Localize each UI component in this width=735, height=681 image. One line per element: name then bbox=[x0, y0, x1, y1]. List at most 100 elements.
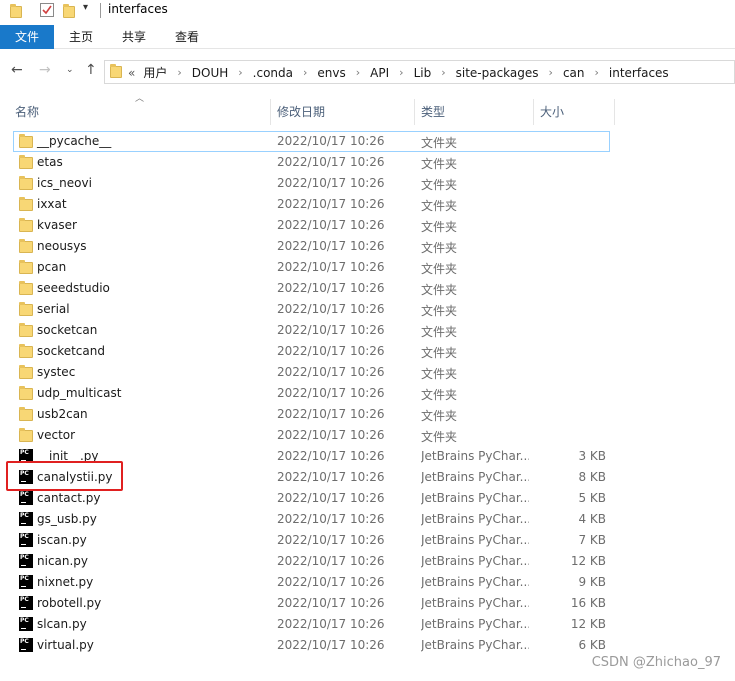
folder-icon bbox=[19, 302, 33, 316]
file-type: JetBrains PyChar... bbox=[421, 554, 529, 568]
file-type: 文件夹 bbox=[421, 262, 458, 276]
breadcrumb-lib[interactable]: Lib bbox=[414, 66, 432, 80]
chevron-right-icon[interactable]: › bbox=[441, 66, 445, 79]
file-date: 2022/10/17 10:26 bbox=[277, 134, 385, 148]
file-date: 2022/10/17 10:26 bbox=[277, 344, 385, 358]
file-row[interactable]: udp_multicast 2022/10/17 10:26 文件夹 bbox=[0, 383, 735, 404]
file-size: 12 KB bbox=[570, 617, 606, 631]
folder-icon bbox=[19, 218, 33, 232]
file-row[interactable]: serial 2022/10/17 10:26 文件夹 bbox=[0, 299, 735, 320]
file-name: vector bbox=[37, 428, 76, 442]
file-date: 2022/10/17 10:26 bbox=[277, 239, 385, 253]
column-header-type[interactable]: 类型 bbox=[421, 101, 445, 123]
pycharm-file-icon: PC bbox=[19, 533, 33, 547]
file-row[interactable]: etas 2022/10/17 10:26 文件夹 bbox=[0, 152, 735, 173]
column-header-date[interactable]: 修改日期 bbox=[277, 101, 325, 123]
breadcrumb-site-packages[interactable]: site-packages bbox=[456, 66, 539, 80]
file-row[interactable]: PC iscan.py 2022/10/17 10:26 JetBrains PyCh… bbox=[0, 530, 735, 551]
column-header-name[interactable]: 名称 bbox=[15, 101, 39, 123]
folder-icon bbox=[10, 4, 22, 18]
file-row[interactable]: systec 2022/10/17 10:26 文件夹 bbox=[0, 362, 735, 383]
file-row[interactable]: socketcan 2022/10/17 10:26 文件夹 bbox=[0, 320, 735, 341]
breadcrumb-api[interactable]: API bbox=[370, 66, 389, 80]
file-row[interactable]: __pycache__ 2022/10/17 10:26 文件夹 bbox=[0, 131, 735, 152]
file-row[interactable]: PC nixnet.py 2022/10/17 10:26 JetBrains PyC… bbox=[0, 572, 735, 593]
recent-locations-chevron-icon[interactable]: ⌄ bbox=[66, 65, 74, 75]
breadcrumb-overflow[interactable]: « bbox=[128, 66, 135, 80]
file-date: 2022/10/17 10:26 bbox=[277, 512, 385, 526]
chevron-right-icon[interactable]: › bbox=[399, 66, 403, 79]
file-size: 6 KB bbox=[578, 638, 606, 652]
file-name: ixxat bbox=[37, 197, 67, 211]
file-row[interactable]: kvaser 2022/10/17 10:26 文件夹 bbox=[0, 215, 735, 236]
breadcrumb-douh[interactable]: DOUH bbox=[192, 66, 229, 80]
file-list: __pycache__ 2022/10/17 10:26 文件夹 etas 2022/1… bbox=[0, 131, 735, 656]
tab-view[interactable]: 查看 bbox=[166, 25, 208, 49]
tab-home[interactable]: 主页 bbox=[60, 25, 102, 49]
breadcrumb-can[interactable]: can bbox=[563, 66, 585, 80]
sort-ascending-icon: ︿ bbox=[135, 94, 145, 104]
breadcrumb-users[interactable]: 用户 bbox=[143, 64, 167, 81]
file-row[interactable]: ics_neovi 2022/10/17 10:26 文件夹 bbox=[0, 173, 735, 194]
back-arrow-icon[interactable]: ← bbox=[11, 62, 23, 78]
file-row[interactable]: vector 2022/10/17 10:26 文件夹 bbox=[0, 425, 735, 446]
column-divider[interactable] bbox=[614, 99, 615, 125]
properties-checkbox-icon[interactable] bbox=[40, 3, 54, 17]
file-row[interactable]: PC virtual.py 2022/10/17 10:26 JetBrains Py… bbox=[0, 635, 735, 656]
folder-icon bbox=[19, 386, 33, 400]
file-type: 文件夹 bbox=[421, 304, 458, 318]
breadcrumb-interfaces[interactable]: interfaces bbox=[609, 66, 669, 80]
file-name: robotell.py bbox=[37, 596, 102, 610]
file-type: JetBrains PyChar... bbox=[421, 638, 529, 652]
chevron-right-icon[interactable]: › bbox=[238, 66, 242, 79]
file-row[interactable]: PC nican.py 2022/10/17 10:26 JetBrains PyCh… bbox=[0, 551, 735, 572]
customize-toolbar-chevron-icon[interactable]: ▾ bbox=[83, 2, 88, 13]
up-arrow-icon[interactable]: ↑ bbox=[85, 62, 97, 78]
chevron-right-icon[interactable]: › bbox=[303, 66, 307, 79]
tab-share[interactable]: 共享 bbox=[113, 25, 155, 49]
watermark: CSDN @Zhichao_97 bbox=[591, 655, 721, 670]
file-row[interactable]: ixxat 2022/10/17 10:26 文件夹 bbox=[0, 194, 735, 215]
file-row[interactable]: socketcand 2022/10/17 10:26 文件夹 bbox=[0, 341, 735, 362]
file-name: pcan bbox=[37, 260, 67, 274]
file-row[interactable]: seeedstudio 2022/10/17 10:26 文件夹 bbox=[0, 278, 735, 299]
file-date: 2022/10/17 10:26 bbox=[277, 575, 385, 589]
chevron-right-icon[interactable]: › bbox=[177, 66, 181, 79]
file-row[interactable]: PC gs_usb.py 2022/10/17 10:26 JetBrains PyC… bbox=[0, 509, 735, 530]
pycharm-file-icon: PC bbox=[19, 512, 33, 526]
file-type: 文件夹 bbox=[421, 178, 458, 192]
folder-icon bbox=[19, 344, 33, 358]
column-divider[interactable] bbox=[533, 99, 534, 125]
file-type: JetBrains PyChar... bbox=[421, 617, 529, 631]
chevron-right-icon[interactable]: › bbox=[595, 66, 599, 79]
column-divider[interactable] bbox=[270, 99, 271, 125]
file-row[interactable]: neousys 2022/10/17 10:26 文件夹 bbox=[0, 236, 735, 257]
new-folder-icon[interactable] bbox=[63, 4, 75, 18]
folder-icon bbox=[19, 134, 33, 148]
file-row[interactable]: usb2can 2022/10/17 10:26 文件夹 bbox=[0, 404, 735, 425]
file-date: 2022/10/17 10:26 bbox=[277, 176, 385, 190]
file-type: 文件夹 bbox=[421, 136, 458, 150]
breadcrumb-envs[interactable]: envs bbox=[317, 66, 345, 80]
chevron-right-icon[interactable]: › bbox=[356, 66, 360, 79]
file-row[interactable]: PC slcan.py 2022/10/17 10:26 JetBrains PyCh… bbox=[0, 614, 735, 635]
file-name: kvaser bbox=[37, 218, 77, 232]
file-date: 2022/10/17 10:26 bbox=[277, 260, 385, 274]
file-type: JetBrains PyChar... bbox=[421, 449, 529, 463]
file-date: 2022/10/17 10:26 bbox=[277, 449, 385, 463]
forward-arrow-icon[interactable]: → bbox=[39, 62, 51, 78]
file-row[interactable]: PC robotell.py 2022/10/17 10:26 JetBrains P… bbox=[0, 593, 735, 614]
file-date: 2022/10/17 10:26 bbox=[277, 554, 385, 568]
tab-file[interactable]: 文件 bbox=[0, 25, 54, 49]
file-type: 文件夹 bbox=[421, 157, 458, 171]
pycharm-file-icon: PC bbox=[19, 491, 33, 505]
chevron-right-icon[interactable]: › bbox=[549, 66, 553, 79]
file-type: JetBrains PyChar... bbox=[421, 491, 529, 505]
column-header-size[interactable]: 大小 bbox=[540, 101, 564, 123]
file-type: 文件夹 bbox=[421, 325, 458, 339]
breadcrumb-conda[interactable]: .conda bbox=[253, 66, 293, 80]
pycharm-file-icon: PC bbox=[19, 638, 33, 652]
column-divider[interactable] bbox=[414, 99, 415, 125]
file-row[interactable]: PC cantact.py 2022/10/17 10:26 JetBrains Py… bbox=[0, 488, 735, 509]
file-row[interactable]: pcan 2022/10/17 10:26 文件夹 bbox=[0, 257, 735, 278]
